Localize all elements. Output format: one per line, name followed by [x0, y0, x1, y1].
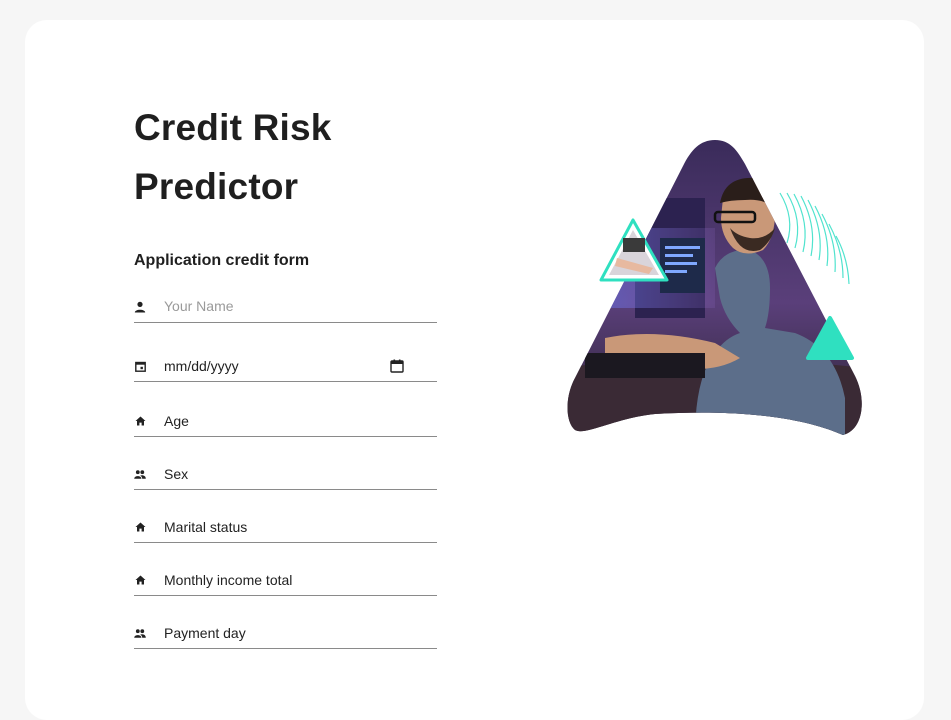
payment-day-select[interactable]: Payment day [164, 625, 246, 641]
page-title-line-2: Predictor [134, 166, 299, 207]
sex-field[interactable]: Sex [134, 459, 437, 490]
group-icon [134, 468, 146, 480]
hero-illustration [567, 140, 862, 435]
date-picker-button[interactable] [390, 359, 404, 373]
home-icon [134, 574, 146, 586]
form-subtitle: Application credit form [134, 252, 310, 269]
age-field[interactable]: Age [134, 406, 437, 437]
marital-status-select[interactable]: Marital status [164, 519, 247, 535]
monthly-income-field[interactable]: Monthly income total [134, 565, 437, 596]
payment-day-field[interactable]: Payment day [134, 618, 437, 649]
sex-select[interactable]: Sex [164, 466, 188, 482]
home-icon [134, 415, 146, 427]
age-select[interactable]: Age [164, 413, 189, 429]
birth-date-field[interactable]: mm/dd/yyyy [134, 351, 437, 382]
calendar-icon [134, 360, 146, 372]
name-input[interactable] [162, 292, 436, 320]
page-title: Credit Risk Predictor [134, 98, 332, 216]
home-icon [134, 521, 146, 533]
photo-developer [567, 140, 862, 435]
person-icon [134, 301, 146, 313]
group-icon [134, 627, 146, 639]
marital-status-field[interactable]: Marital status [134, 512, 437, 543]
page-title-line-1: Credit Risk [134, 107, 332, 148]
date-input[interactable]: mm/dd/yyyy [164, 358, 239, 374]
name-field[interactable] [134, 292, 437, 323]
monthly-income-select[interactable]: Monthly income total [164, 572, 292, 588]
